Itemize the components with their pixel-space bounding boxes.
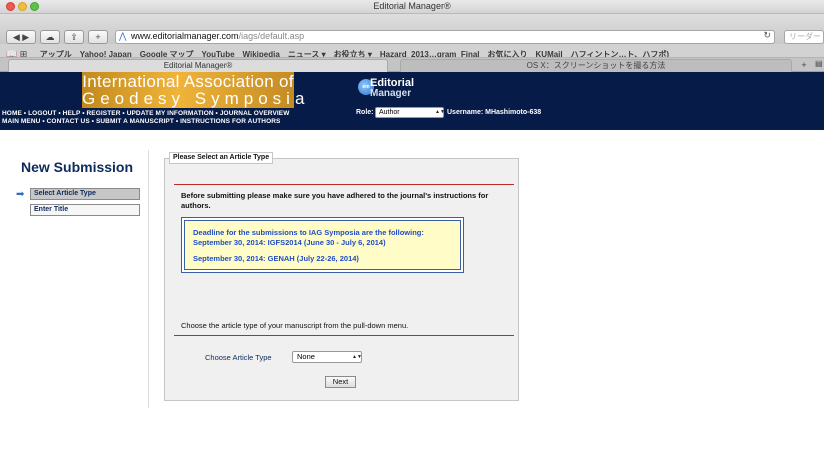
article-type-value: None: [297, 352, 315, 361]
tab-bar: Editorial Manager® OS X：スクリーンショットを撮る方法 +…: [0, 58, 824, 72]
bookmark-item[interactable]: Yahoo! Japan: [80, 48, 132, 57]
step-enter-title[interactable]: Enter Title: [30, 204, 140, 216]
select-arrows-icon: ▲▼: [435, 109, 445, 115]
red-divider-top: [174, 184, 514, 185]
top-nav-row-2[interactable]: MAIN MENU • CONTACT US • SUBMIT A MANUSC…: [2, 118, 281, 125]
reader-button[interactable]: リーダー: [784, 30, 824, 44]
bookmark-item[interactable]: お役立ち ▾: [334, 48, 372, 57]
site-header: International Association of Geodesy Sym…: [0, 72, 824, 130]
back-forward-buttons[interactable]: ◀ ▶: [6, 30, 36, 44]
username-label: Username: MHashimoto-638: [447, 109, 542, 116]
tab-os-x-screenshot[interactable]: OS X：スクリーンショットを撮る方法: [400, 59, 792, 72]
bookmark-item[interactable]: Hazard_2013…gram_Final: [380, 48, 480, 57]
article-type-select[interactable]: None ▲▼: [292, 351, 362, 363]
bookmark-item[interactable]: Google マップ: [140, 48, 194, 57]
bookmark-item[interactable]: Wikipedia: [243, 48, 280, 57]
address-bar[interactable]: ⋀ www.editorialmanager.com/iags/default.…: [115, 30, 775, 44]
deadline-notice: Deadline for the submissions to IAG Symp…: [181, 217, 464, 273]
tab-overflow-icon[interactable]: ▤: [815, 59, 824, 71]
article-type-label: Choose Article Type: [205, 353, 272, 362]
bookmark-item[interactable]: お気に入り: [488, 48, 528, 57]
instructions-intro: Before submitting please make sure you h…: [181, 191, 489, 210]
bookmarks-bar: 📖 ⊞ アップル Yahoo! Japan Google マップ YouTube Wik…: [0, 44, 824, 58]
site-favicon-icon: ⋀: [119, 31, 127, 41]
new-tab-icon[interactable]: +: [797, 59, 811, 71]
bookmark-item[interactable]: KUMail: [536, 48, 563, 57]
journal-logo: International Association of Geodesy Sym…: [82, 72, 310, 108]
deadline-notice-inner: Deadline for the submissions to IAG Symp…: [184, 220, 461, 270]
red-divider-bottom: [174, 335, 514, 336]
role-select[interactable]: Author ▲▼: [375, 107, 445, 118]
top-nav-row-1[interactable]: HOME • LOGOUT • HELP • REGISTER • UPDATE…: [2, 110, 289, 117]
back-arrow-icon[interactable]: ◀: [13, 32, 20, 42]
select-arrows-icon: ▲▼: [352, 354, 362, 360]
bookmark-item[interactable]: YouTube: [202, 48, 235, 57]
share-icon: ⇪: [70, 32, 78, 42]
logo-line-1: International Association of: [82, 72, 294, 91]
add-bookmark-button[interactable]: +: [88, 30, 108, 44]
role-label: Role:: [356, 109, 374, 116]
bookmark-item[interactable]: アップル: [40, 48, 72, 57]
current-step-arrow-icon: ➡: [16, 189, 25, 200]
step-select-article-type[interactable]: Select Article Type: [30, 188, 140, 200]
window-titlebar: Editorial Manager®: [0, 0, 824, 14]
notice-line: September 30, 2014: IGFS2014 (June 30 - …: [193, 238, 386, 247]
tab-editorial-manager[interactable]: Editorial Manager®: [8, 59, 388, 72]
bookmark-item[interactable]: ニュース ▾: [288, 48, 326, 57]
choose-instruction: Choose the article type of your manuscri…: [181, 321, 409, 330]
bookmarks-book-icon[interactable]: 📖 ⊞: [6, 47, 27, 57]
url-host: www.editorialmanager.com: [131, 31, 239, 41]
notice-line: September 30, 2014: GENAH (July 22-26, 2…: [193, 254, 359, 263]
window-title: Editorial Manager®: [373, 1, 451, 11]
url-path: /iags/default.asp: [238, 31, 305, 41]
bookmark-item[interactable]: ハフィントン…ト、ハフポ): [571, 48, 669, 57]
next-button[interactable]: Next: [325, 376, 356, 388]
sidebar-divider: [148, 150, 149, 408]
plus-icon: +: [95, 32, 101, 42]
notice-line: Deadline for the submissions to IAG Symp…: [193, 228, 424, 237]
reload-icon[interactable]: ↻: [763, 30, 771, 41]
em-logo-subtitle: Manager: [370, 88, 412, 99]
cloud-icon: ☁: [45, 32, 55, 42]
forward-arrow-icon[interactable]: ▶: [22, 32, 29, 42]
panel-legend: Please Select an Article Type: [169, 152, 274, 164]
page-title: New Submission: [21, 159, 134, 175]
icloud-button[interactable]: ☁: [40, 30, 60, 44]
editorial-manager-logo: em Editorial Manager: [358, 78, 438, 102]
role-value: Author: [379, 109, 400, 116]
url-text[interactable]: www.editorialmanager.com/iags/default.as…: [131, 31, 304, 41]
browser-toolbar: ◀ ▶ ☁ ⇪ + ⋀ www.editorialmanager.com/iag…: [0, 14, 824, 44]
logo-line-2: Geodesy Symposia: [82, 89, 310, 108]
share-button[interactable]: ⇪: [64, 30, 84, 44]
